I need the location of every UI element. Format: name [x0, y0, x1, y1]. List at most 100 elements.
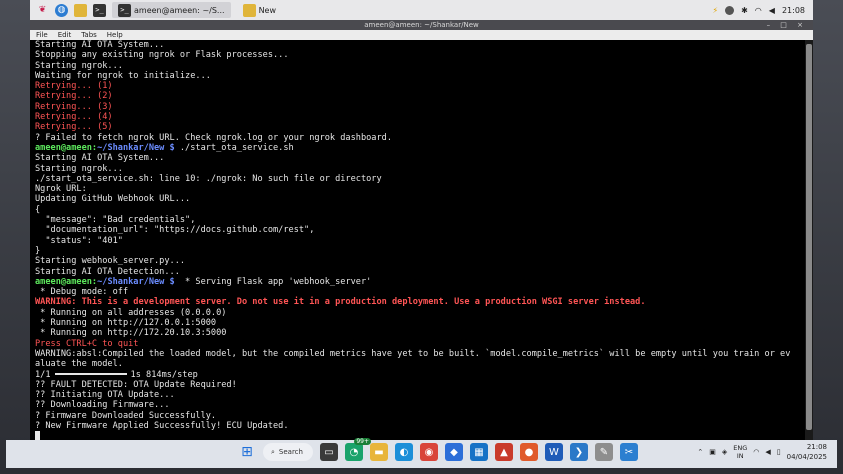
browser-icon[interactable]: ◍	[55, 3, 68, 17]
terminal-cursor	[35, 431, 40, 440]
word-icon[interactable]: W	[545, 443, 563, 461]
terminal-line: ameen@ameen:~/Shankar/New $ * Serving Fl…	[35, 277, 805, 287]
terminal-line-text: ? New Firmware Applied Successfully! ECU…	[35, 420, 289, 431]
terminal-line: 1/1 1s 814ms/step	[35, 370, 805, 380]
tool-icon[interactable]: ✎	[595, 443, 613, 461]
terminal-line: Starting AI OTA System...	[35, 40, 805, 50]
bluetooth-icon[interactable]: ✱	[741, 6, 748, 15]
task-folder[interactable]: New	[237, 2, 282, 18]
terminal-line-text: * Serving Flask app 'webhook_server'	[174, 276, 372, 287]
terminal-line-text: Retrying... (4)	[35, 112, 113, 123]
terminal-title-bar[interactable]: ameen@ameen: ~/Shankar/New – □ ×	[30, 20, 813, 30]
terminal-line: ?? Initiating OTA Update...	[35, 390, 805, 400]
scrollbar-thumb[interactable]	[806, 44, 812, 430]
volume-icon[interactable]: ◀	[765, 448, 770, 456]
app-icon[interactable]: ◆	[445, 443, 463, 461]
terminal-line-text: Retrying... (1)	[35, 81, 113, 92]
terminal-line: * Running on all addresses (0.0.0.0)	[35, 308, 805, 318]
search-icon: ⌕	[271, 447, 275, 456]
store-icon[interactable]: ▦	[470, 443, 488, 461]
terminal-line-text: ? Failed to fetch ngrok URL. Check ngrok…	[35, 132, 392, 143]
terminal-line-text: * Running on http://172.20.10.3:5000	[35, 328, 227, 339]
terminal-line: Starting AI OTA Detection...	[35, 267, 805, 277]
terminal-line: ?? FAULT DETECTED: OTA Update Required!	[35, 380, 805, 390]
lang-code: ENG	[733, 444, 748, 452]
window-controls[interactable]: – □ ×	[767, 20, 807, 30]
terminal-line: aluate the model.	[35, 359, 805, 369]
terminal-line-text: "documentation_url": "https://docs.githu…	[35, 225, 315, 236]
terminal-line: Retrying... (2)	[35, 91, 805, 101]
terminal-line-text: Starting AI OTA Detection...	[35, 266, 180, 277]
terminal-line: Retrying... (4)	[35, 112, 805, 122]
terminal-line: ameen@ameen:~/Shankar/New $ ./start_ota_…	[35, 143, 805, 153]
update-icon[interactable]	[725, 5, 735, 15]
tray-shield-icon[interactable]: ◈	[722, 448, 727, 456]
menu-help[interactable]: Help	[107, 30, 123, 40]
terminal-line-text: Retrying... (5)	[35, 122, 113, 133]
file-manager-icon[interactable]	[74, 3, 87, 17]
prompt-path: ~/Shankar/New $	[97, 142, 175, 153]
terminal-line-text: aluate the model.	[35, 359, 123, 370]
menu-tabs[interactable]: Tabs	[81, 30, 97, 40]
terminal-line-text: Press CTRL+C to quit	[35, 338, 139, 349]
terminal-line: ? Firmware Downloaded Successfully.	[35, 411, 805, 421]
terminal-line-text: ?? FAULT DETECTED: OTA Update Required!	[35, 379, 237, 390]
task-terminal-label: ameen@ameen: ~/S...	[134, 5, 225, 15]
matlab-icon[interactable]: ▲	[495, 443, 513, 461]
folder-icon	[242, 3, 256, 17]
edge-icon[interactable]: ◐	[395, 443, 413, 461]
terminal-line-text: Starting AI OTA System...	[35, 153, 165, 164]
language-indicator[interactable]: ENG IN	[733, 444, 747, 460]
terminal-output[interactable]: Starting AI OTA System... Stopping any ex…	[30, 40, 805, 440]
terminal-line: "documentation_url": "https://docs.githu…	[35, 225, 805, 235]
windows-clock[interactable]: 21:08 04/04/2025	[787, 442, 827, 462]
terminal-line: Press CTRL+C to quit	[35, 339, 805, 349]
chevron-up-icon[interactable]: ⌃	[697, 448, 703, 456]
terminal-line: Starting AI OTA System...	[35, 153, 805, 163]
terminal-line-text: ./start_ota_service.sh	[174, 142, 294, 153]
pi-clock[interactable]: 21:08	[782, 6, 805, 15]
terminal-line: * Running on http://127.0.0.1:5000	[35, 318, 805, 328]
terminal-line: ? New Firmware Applied Successfully! ECU…	[35, 421, 805, 431]
widgets-icon[interactable]: ◔ 99+	[345, 438, 371, 461]
file-explorer-icon[interactable]: ▬	[370, 443, 388, 461]
terminal-scrollbar[interactable]	[805, 40, 813, 440]
prompt-user: ameen@ameen:	[35, 276, 98, 287]
terminal-icon: >_	[118, 3, 131, 17]
taskbar-search[interactable]: ⌕ Search	[263, 443, 313, 461]
terminal-line: ./start_ota_service.sh: line 10: ./ngrok…	[35, 174, 805, 184]
task-terminal[interactable]: >_ ameen@ameen: ~/S...	[112, 2, 231, 18]
menu-edit[interactable]: Edit	[58, 30, 72, 40]
wifi-icon[interactable]: ◠	[753, 448, 759, 456]
terminal-line: ?? Downloading Firmware...	[35, 400, 805, 410]
office-icon[interactable]: ●	[520, 443, 538, 461]
terminal-line: Waiting for ngrok to initialize...	[35, 71, 805, 81]
tray-app-icon[interactable]: ▣	[709, 448, 716, 456]
windows-start-icon[interactable]: ⊞	[238, 443, 256, 461]
terminal-line	[35, 431, 805, 440]
menu-file[interactable]: File	[36, 30, 48, 40]
raspberry-menu-icon[interactable]: ❦	[36, 4, 49, 17]
chrome-icon[interactable]: ◉	[420, 443, 438, 461]
prompt-path: ~/Shankar/New $	[97, 276, 175, 287]
terminal-launcher-icon[interactable]: >_	[93, 3, 106, 17]
progress-step-time: 1s 814ms/step	[130, 369, 198, 380]
task-folder-label: New	[258, 5, 277, 15]
terminal-line-text: Updating GitHub Webhook URL...	[35, 194, 191, 205]
wifi-icon[interactable]: ◠	[755, 6, 762, 15]
taskbar-apps: ⊞ ⌕ Search ▭ ◔ 99+ ▬ ◐ ◉ ◆ ▦ ▲ ● W ❯ ✎ ✂	[238, 438, 638, 461]
terminal-line-text: WARNING:absl:Compiled the loaded model, …	[35, 348, 791, 359]
power-warning-icon[interactable]: ⚡	[712, 6, 718, 15]
terminal-line-text: Starting webhook_server.py...	[35, 256, 186, 267]
pi-tray: ⚡ ✱ ◠ ◀ 21:08	[712, 5, 813, 15]
battery-icon[interactable]: ▯	[777, 448, 781, 456]
snipping-icon[interactable]: ✂	[620, 443, 638, 461]
terminal-line: WARNING:absl:Compiled the loaded model, …	[35, 349, 805, 359]
terminal-line-text: Starting ngrok...	[35, 60, 123, 71]
terminal-line-text: WARNING: This is a development server. D…	[35, 297, 646, 308]
vscode-icon[interactable]: ❯	[570, 443, 588, 461]
task-view-icon[interactable]: ▭	[320, 443, 338, 461]
volume-icon[interactable]: ◀	[769, 6, 775, 15]
clock-date: 04/04/2025	[786, 453, 827, 461]
terminal-line-text: "message": "Bad credentials",	[35, 215, 196, 226]
